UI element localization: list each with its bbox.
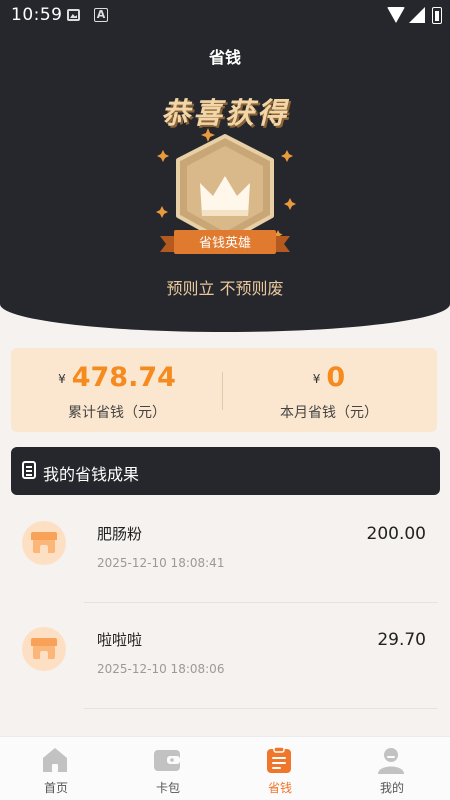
- record-amount: 29.70: [377, 630, 426, 650]
- clipboard-icon: [267, 746, 291, 773]
- home-icon: [43, 748, 67, 772]
- month-saved-label: 本月省钱（元）: [280, 405, 378, 421]
- month-saved-value: 0: [326, 362, 346, 393]
- record-amount: 200.00: [366, 524, 426, 544]
- wallet-icon: [154, 750, 180, 771]
- gallery-notification-icon: [67, 9, 80, 21]
- header-panel: 10:59 A 省钱 恭喜获得 省钱英雄 预则立 不预则废: [0, 0, 450, 332]
- bottom-tab-bar: 首页 卡包 省钱 我的: [0, 736, 450, 800]
- battery-icon: [432, 7, 442, 24]
- shop-icon: [22, 521, 66, 565]
- record-name: 肥肠粉: [97, 525, 143, 543]
- total-saved-label: 累计省钱（元）: [68, 405, 166, 421]
- user-icon: [378, 748, 404, 774]
- signal-icon: [409, 7, 425, 23]
- divider: [84, 708, 438, 709]
- savings-summary-card: ¥478.74 累计省钱（元） ¥0 本月省钱（元）: [11, 348, 437, 432]
- tab-wallet[interactable]: 卡包: [112, 737, 224, 800]
- tab-savings[interactable]: 省钱: [224, 737, 336, 800]
- tab-home[interactable]: 首页: [0, 737, 112, 800]
- month-saved-stat: ¥0 本月省钱（元）: [223, 348, 435, 432]
- tab-label: 卡包: [155, 781, 180, 795]
- currency-symbol: ¥: [58, 372, 66, 386]
- savings-results-header: 我的省钱成果: [11, 447, 440, 495]
- divider: [84, 602, 438, 603]
- document-icon: [22, 461, 36, 479]
- status-bar: 10:59 A: [0, 0, 450, 32]
- total-saved-stat: ¥478.74 累计省钱（元）: [11, 348, 223, 432]
- motto-text: 预则立 不预则废: [166, 279, 284, 298]
- tab-label: 首页: [43, 781, 68, 795]
- record-time: 2025-12-10 18:08:06: [97, 662, 225, 676]
- list-item[interactable]: 啦啦啦 2025-12-10 18:08:06 29.70: [0, 609, 450, 715]
- section-title: 我的省钱成果: [43, 465, 140, 484]
- app-notification-icon: A: [94, 8, 108, 22]
- tab-label: 省钱: [267, 781, 292, 795]
- tab-label: 我的: [379, 781, 404, 795]
- currency-symbol: ¥: [312, 372, 321, 386]
- page-title: 省钱: [208, 48, 241, 67]
- list-item[interactable]: 肥肠粉 2025-12-10 18:08:41 200.00: [0, 503, 450, 609]
- saving-hero-badge-icon: 省钱英雄: [156, 128, 296, 254]
- badge-label: 省钱英雄: [199, 236, 251, 251]
- status-time: 10:59: [11, 5, 63, 25]
- record-name: 啦啦啦: [97, 631, 143, 649]
- shop-icon: [22, 627, 66, 671]
- total-saved-value: 478.74: [71, 362, 176, 393]
- record-time: 2025-12-10 18:08:41: [97, 556, 225, 570]
- tab-profile[interactable]: 我的: [336, 737, 448, 800]
- savings-record-list: 肥肠粉 2025-12-10 18:08:41 200.00 啦啦啦 2025-…: [0, 503, 450, 715]
- wifi-icon: [387, 7, 405, 23]
